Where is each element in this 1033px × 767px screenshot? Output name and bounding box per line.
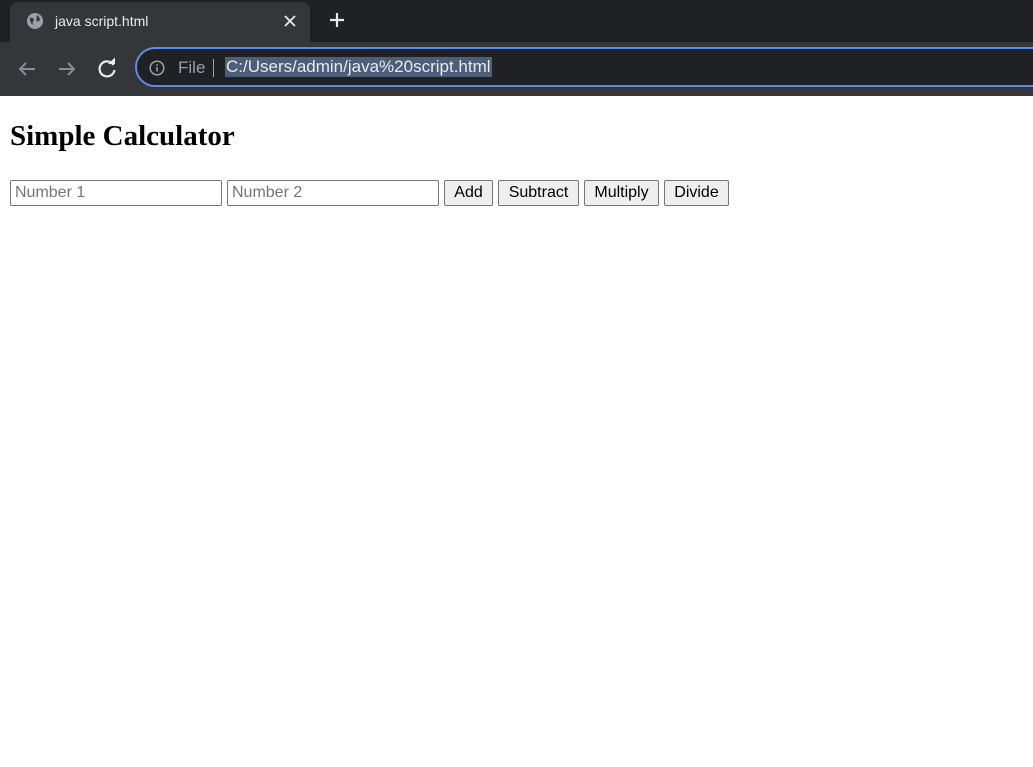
scheme-separator [213,59,214,77]
browser-tab[interactable]: java script.html [10,2,310,42]
info-icon[interactable] [149,60,165,76]
forward-arrow-icon[interactable] [54,56,80,82]
url-text[interactable]: C:/Users/admin/java%20script.html [225,57,492,77]
multiply-button[interactable]: Multiply [584,180,659,206]
page-title: Simple Calculator [10,120,235,152]
tab-strip: java script.html [0,0,1033,42]
globe-icon [26,12,44,30]
back-arrow-icon[interactable] [14,56,40,82]
tab-title: java script.html [55,13,149,29]
new-tab-plus-icon[interactable] [326,9,348,31]
reload-icon[interactable] [94,56,120,82]
number1-input[interactable] [10,180,222,206]
add-button[interactable]: Add [444,180,493,206]
divide-button[interactable]: Divide [664,180,729,206]
subtract-button[interactable]: Subtract [498,180,579,206]
close-icon[interactable] [282,13,298,29]
address-bar[interactable]: File C:/Users/admin/java%20script.html [135,47,1033,87]
page-content: Simple Calculator Add Subtract Multiply … [0,96,1033,767]
browser-toolbar: File C:/Users/admin/java%20script.html [0,42,1033,96]
number2-input[interactable] [227,180,439,206]
browser-chrome: java script.html File C:/Users/admin/jav… [0,0,1033,96]
scheme-label: File [178,58,206,77]
